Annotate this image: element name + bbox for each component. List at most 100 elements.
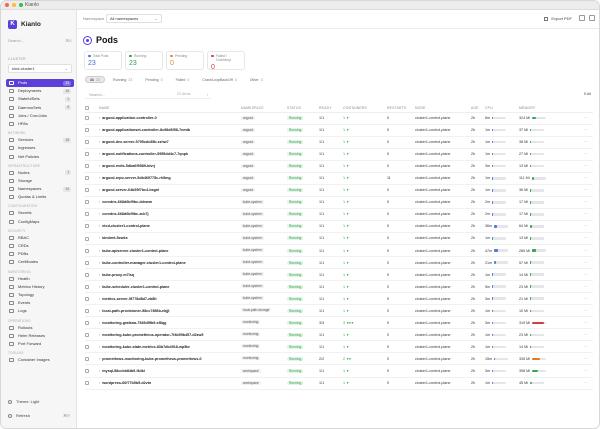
pod-name-cell[interactable]: › metrics-server-5f778d8d7-zb8lt xyxy=(99,292,241,306)
namespace-badge[interactable]: kube-system xyxy=(241,235,264,240)
row-checkbox[interactable] xyxy=(85,164,89,169)
namespace-badge[interactable]: argocd xyxy=(241,175,256,180)
row-checkbox[interactable] xyxy=(85,212,89,217)
table-row[interactable]: › kube-proxy-m7lsq kube-system Running 1/1 1 … xyxy=(85,268,593,282)
more-actions-icon[interactable]: ⋯ xyxy=(584,321,588,325)
expand-chevron-icon[interactable]: › xyxy=(99,188,100,192)
namespace-badge[interactable]: workspace xyxy=(241,380,261,385)
expand-chevron-icon[interactable]: › xyxy=(99,381,100,385)
namespace-badge[interactable]: monitoring xyxy=(241,356,261,361)
table-row[interactable]: › etcd-cluster1-control-plane kube-system R… xyxy=(85,220,593,233)
table-row[interactable]: › monitoring-grafana-7545d5fb9-sf8qg monit… xyxy=(85,316,593,330)
column-header-namespace[interactable]: NAMESPACE xyxy=(241,104,287,113)
column-header-age[interactable]: AGE xyxy=(471,104,485,113)
pod-name-cell[interactable]: › mysql-58ccbb84b9-fk4kl xyxy=(99,364,241,378)
table-row[interactable]: › prometheus-monitoring-kube-prometheus-p… xyxy=(85,352,593,366)
sidebar-item-helm-releases[interactable]: Helm Releases xyxy=(6,332,74,340)
pod-name-cell[interactable]: › argocd-repo-server-5db469775c-rh5mg xyxy=(99,172,241,185)
row-checkbox[interactable] xyxy=(85,176,89,181)
more-actions-icon[interactable]: ⋯ xyxy=(584,309,588,313)
row-checkbox[interactable] xyxy=(85,224,89,229)
more-actions-icon[interactable]: ⋯ xyxy=(584,128,588,132)
notifications-icon[interactable] xyxy=(579,15,585,21)
pod-name-cell[interactable]: › local-path-provisioner-58cc7856b-nkjjl xyxy=(99,304,241,318)
table-row[interactable]: › argocd-repo-server-5db469775c-rh5mg argo… xyxy=(85,172,593,185)
row-checkbox[interactable] xyxy=(85,356,89,361)
pod-name-cell[interactable]: › prometheus-monitoring-kube-prometheus-p… xyxy=(99,352,241,366)
sidebar-item-crds[interactable]: CRDs xyxy=(6,242,74,250)
row-checkbox[interactable] xyxy=(85,296,89,301)
namespace-badge[interactable]: argocd xyxy=(241,139,256,144)
table-row[interactable]: › kindnet-5cwks kube-system Running 1/1 1 ● 0 c… xyxy=(85,232,593,246)
expand-chevron-icon[interactable]: › xyxy=(99,200,100,204)
minimize-window-button[interactable] xyxy=(12,3,16,7)
more-actions-icon[interactable]: ⋯ xyxy=(584,164,588,168)
expand-chevron-icon[interactable]: › xyxy=(99,261,100,265)
expand-chevron-icon[interactable]: › xyxy=(99,116,100,120)
column-header-ready[interactable]: READY xyxy=(319,104,343,113)
more-actions-icon[interactable]: ⋯ xyxy=(584,285,588,289)
expand-chevron-icon[interactable]: › xyxy=(99,164,100,168)
sidebar-item-topology[interactable]: Topology xyxy=(6,291,74,299)
column-header-containers[interactable]: CONTAINERS xyxy=(343,104,387,113)
expand-chevron-icon[interactable]: › xyxy=(99,285,100,289)
maximize-window-button[interactable] xyxy=(19,3,23,7)
row-checkbox[interactable] xyxy=(85,284,89,289)
refresh-button[interactable]: Refresh ⌘R xyxy=(6,411,72,420)
row-checkbox[interactable] xyxy=(85,152,89,157)
namespace-badge[interactable]: argocd xyxy=(241,187,256,192)
table-row[interactable]: › kube-controller-manager-cluster1-contro… xyxy=(85,256,593,270)
row-checkbox[interactable] xyxy=(85,320,89,325)
expand-chevron-icon[interactable]: › xyxy=(99,345,100,349)
namespace-badge[interactable]: kube-system xyxy=(241,284,264,289)
expand-chevron-icon[interactable]: › xyxy=(99,273,100,277)
more-actions-icon[interactable]: ⋯ xyxy=(584,297,588,301)
sidebar-item-rollouts[interactable]: Rollouts xyxy=(6,324,74,332)
more-actions-icon[interactable]: ⋯ xyxy=(584,369,588,373)
table-row[interactable]: › kube-scheduler-cluster1-control-plane ku… xyxy=(85,280,593,294)
pod-name-cell[interactable]: › argocd-notifications-controller-5955dd4… xyxy=(99,148,241,161)
sidebar-item-ingresses[interactable]: Ingresses xyxy=(6,144,74,152)
pod-search-input[interactable]: Search... / xyxy=(85,90,211,99)
more-actions-icon[interactable]: ⋯ xyxy=(584,188,588,192)
sidebar-item-statefulsets[interactable]: StatefulSets 1 xyxy=(6,95,74,103)
table-row[interactable]: › argocd-application-controller-0 argocd Ru… xyxy=(85,112,593,125)
namespace-badge[interactable]: monitoring xyxy=(241,320,261,325)
close-window-button[interactable] xyxy=(5,3,9,7)
row-checkbox[interactable] xyxy=(85,248,89,253)
table-row[interactable]: › mysql-58ccbb84b9-fk4kl workspace Running 1… xyxy=(85,364,593,378)
more-actions-icon[interactable]: ⋯ xyxy=(584,333,588,337)
expand-chevron-icon[interactable]: › xyxy=(99,212,100,216)
pod-name-cell[interactable]: › monitoring-kube-state-metrics-83b7db491… xyxy=(99,340,241,354)
row-checkbox[interactable] xyxy=(85,344,89,349)
expand-chevron-icon[interactable]: › xyxy=(99,297,100,301)
namespace-badge[interactable]: kube-system xyxy=(241,296,264,301)
pod-name-cell[interactable]: › coredns-668d6bf9bc-zcb7j xyxy=(99,208,241,221)
filter-chip-pending[interactable]: Pending 0 xyxy=(140,76,167,83)
sidebar-item-health[interactable]: Health xyxy=(6,275,74,283)
more-actions-icon[interactable]: ⋯ xyxy=(584,381,588,385)
namespace-badge[interactable]: kube-system xyxy=(241,248,264,253)
namespace-badge[interactable]: kube-system xyxy=(241,199,264,204)
table-row[interactable]: › argocd-dex-server-5795cdc85b-zzhw7 argoc… xyxy=(85,136,593,149)
row-checkbox[interactable] xyxy=(85,200,89,205)
pod-name-cell[interactable]: › kube-scheduler-cluster1-control-plane xyxy=(99,280,241,294)
table-row[interactable]: › monitoring-kube-state-metrics-83b7db491… xyxy=(85,340,593,354)
column-header-restarts[interactable]: RESTARTS xyxy=(387,104,415,113)
sidebar-item-namespaces[interactable]: Namespaces 10 xyxy=(6,185,74,193)
pod-name-cell[interactable]: › wordpress-66f77b5b5-d2vtn xyxy=(99,377,241,390)
pod-name-cell[interactable]: › coredns-668d6bf9bc-ddvwm xyxy=(99,196,241,209)
row-checkbox[interactable] xyxy=(85,381,89,386)
filter-chip-running[interactable]: Running 23 xyxy=(108,76,137,83)
namespace-badge[interactable]: workspace xyxy=(241,368,261,373)
more-actions-icon[interactable]: ⋯ xyxy=(584,236,588,240)
table-row[interactable]: › metrics-server-5f778d8d7-zb8lt kube-syst… xyxy=(85,292,593,306)
column-header-name[interactable]: NAME xyxy=(99,104,241,113)
sidebar-item-pdbs[interactable]: PDBs xyxy=(6,250,74,258)
row-checkbox[interactable] xyxy=(85,116,89,121)
more-actions-icon[interactable]: ⋯ xyxy=(584,140,588,144)
more-actions-icon[interactable]: ⋯ xyxy=(584,116,588,120)
export-pdf-button[interactable]: Export PDF xyxy=(543,15,572,23)
sidebar-item-metrics-history[interactable]: Metrics History xyxy=(6,283,74,291)
expand-chevron-icon[interactable]: › xyxy=(99,309,100,313)
